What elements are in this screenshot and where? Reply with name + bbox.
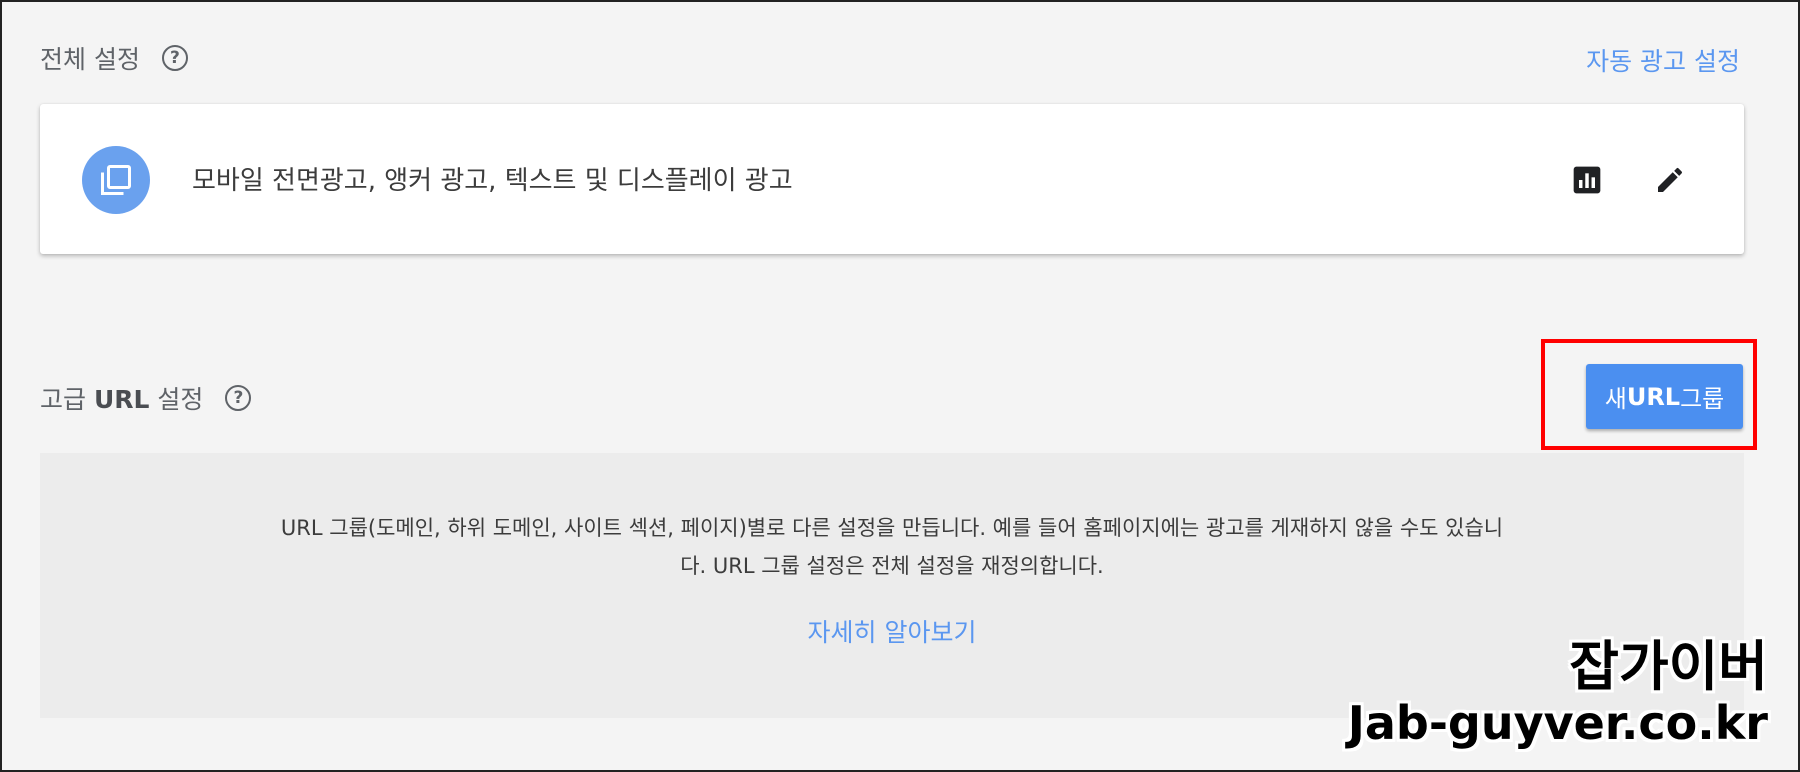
- watermark-url: Jab-guyver.co.kr: [1347, 696, 1768, 750]
- ad-format-icon: [82, 146, 150, 214]
- help-icon[interactable]: ?: [225, 385, 252, 411]
- global-settings-header: 전체 설정 ?: [40, 40, 188, 76]
- help-icon[interactable]: ?: [161, 45, 188, 71]
- global-settings-title: 전체 설정: [40, 45, 140, 74]
- advanced-url-title: 고급 URL 설정: [40, 385, 204, 414]
- edit-button[interactable]: [1652, 162, 1688, 198]
- learn-more-link[interactable]: 자세히 알아보기: [808, 618, 977, 647]
- learn-more-row: 자세히 알아보기: [40, 613, 1744, 649]
- new-url-group-button[interactable]: 새 URL 그룹: [1586, 364, 1743, 429]
- bar-chart-icon: [1573, 166, 1601, 194]
- advanced-url-header: 고급 URL 설정 ?: [40, 380, 252, 416]
- watermark-name: 잡가이버: [1569, 635, 1768, 698]
- url-group-info-panel: URL 그룹(도메인, 하위 도메인, 사이트 섹션, 페이지)별로 다른 설정…: [40, 453, 1744, 718]
- ad-types-text: 모바일 전면광고, 앵커 광고, 텍스트 및 디스플레이 광고: [192, 166, 793, 196]
- url-group-description: URL 그룹(도메인, 하위 도메인, 사이트 섹션, 페이지)별로 다른 설정…: [280, 516, 1504, 578]
- edit-pencil-icon: [1658, 167, 1683, 192]
- auto-ads-settings-link[interactable]: 자동 광고 설정: [1586, 42, 1740, 78]
- report-button[interactable]: [1569, 162, 1605, 198]
- global-settings-card: 모바일 전면광고, 앵커 광고, 텍스트 및 디스플레이 광고: [40, 104, 1744, 254]
